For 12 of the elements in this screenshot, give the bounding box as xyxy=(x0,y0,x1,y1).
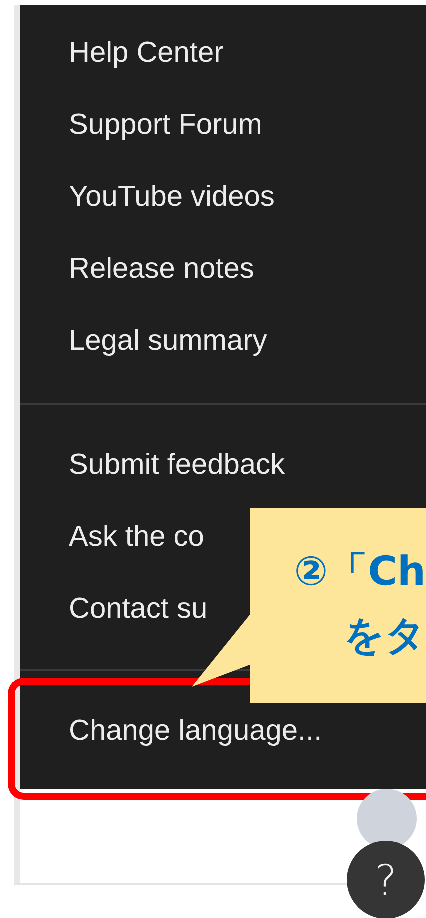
menu-item[interactable]: Support Forum xyxy=(69,89,262,161)
callout-text: をタ xyxy=(344,612,426,661)
menu-item[interactable]: Help Center xyxy=(69,17,224,89)
help-button[interactable]: ? xyxy=(347,841,425,918)
menu-item[interactable]: Ask the co xyxy=(69,501,204,573)
menu-item[interactable]: Contact su xyxy=(69,573,208,645)
menu-item[interactable]: YouTube videos xyxy=(69,161,275,233)
menu-item[interactable]: Release notes xyxy=(69,233,254,305)
menu-item[interactable]: Submit feedback xyxy=(69,429,286,501)
menu-item[interactable]: Legal summary xyxy=(69,305,268,377)
callout-text: ②「Ch xyxy=(294,548,426,597)
menu-item[interactable]: Change language... xyxy=(69,695,322,767)
